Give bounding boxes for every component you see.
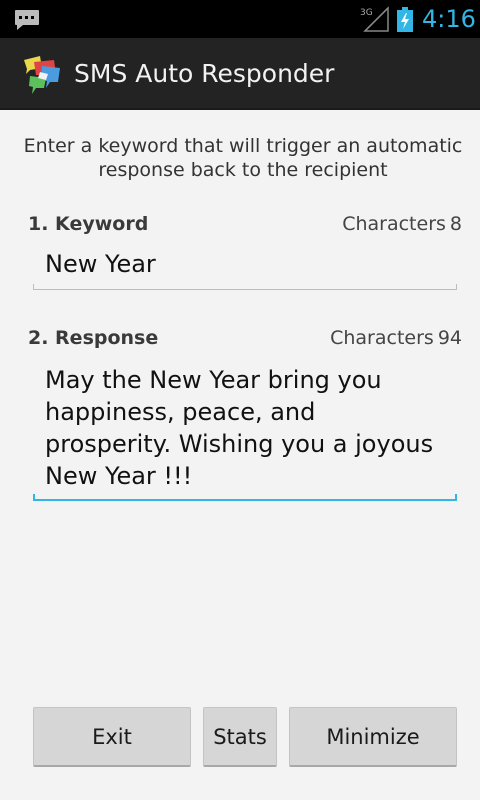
response-count-value: 94 [437,327,462,349]
keyword-input[interactable]: New Year [33,248,457,290]
response-label: 2. Response [28,327,159,349]
app-chat-bubbles-icon[interactable] [20,52,64,96]
battery-charging-icon [397,7,413,32]
network-type-label: 3G [360,8,373,18]
status-bar: 3G 4:16 [0,0,480,38]
exit-button[interactable]: Exit [33,707,191,767]
keyword-count-label: Characters [342,213,446,235]
action-bar: SMS Auto Responder [0,38,480,110]
keyword-label: 1. Keyword [28,213,149,235]
response-char-count: Characters 94 [326,326,462,350]
response-input[interactable]: May the New Year bring you happiness, pe… [33,364,457,501]
keyword-char-count: Characters 8 [338,212,462,236]
keyword-input-underline [33,284,457,290]
app-title: SMS Auto Responder [74,59,335,88]
clock: 4:16 [422,5,476,33]
keyword-count-value: 8 [449,213,462,235]
response-input-underline [33,494,457,501]
response-count-label: Characters [330,327,434,349]
instructions-text: Enter a keyword that will trigger an aut… [23,135,463,181]
message-notification-icon [15,10,39,30]
stats-button[interactable]: Stats [203,707,277,767]
response-input-value: May the New Year bring you happiness, pe… [45,366,434,490]
signal-icon: 3G [360,6,389,32]
keyword-input-value: New Year [45,250,156,278]
minimize-button[interactable]: Minimize [289,707,457,767]
